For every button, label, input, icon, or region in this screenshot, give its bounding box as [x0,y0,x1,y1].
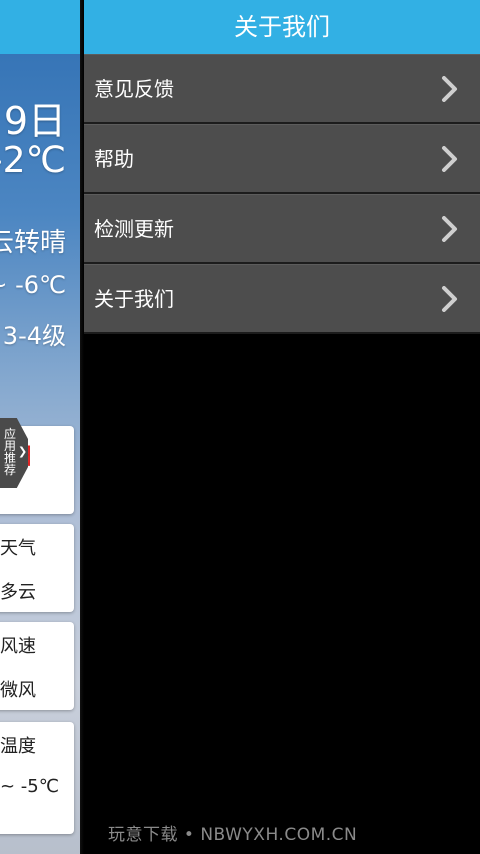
chevron-right-icon [442,76,457,102]
chevron-right-icon: ❯ [18,445,28,458]
weather-temperature: -2℃ [0,140,66,181]
menu-item-label: 关于我们 [94,287,174,311]
weather-topbar [0,0,82,54]
chevron-right-icon [442,216,457,242]
forecast-card-weather[interactable]: 天气 多云 [0,524,74,612]
recommend-tab-label: 应用推荐 [4,427,17,477]
weather-card-value: 多云 [0,582,36,603]
app-screen: 9日 -2℃ 云转晴 ~ -6℃ 3-4级 日 天气 多云 风速 微风 温度 ~… [0,0,480,854]
menu-item-check-update[interactable]: 检测更新 [84,194,480,264]
weather-condition: 云转晴 [0,228,66,258]
chevron-right-icon [442,286,457,312]
chevron-right-icon [442,146,457,172]
menu-item-about-us[interactable]: 关于我们 [84,264,480,334]
temp-card-value: ~ -5℃ [0,776,59,797]
menu-item-label: 检测更新 [94,217,174,241]
weather-wind-level: 3-4级 [2,322,66,350]
weather-date: 9日 [3,99,66,143]
weather-card-label: 天气 [0,538,36,559]
menu-item-label: 意见反馈 [94,77,174,101]
forecast-card-wind[interactable]: 风速 微风 [0,622,74,710]
menu-item-feedback[interactable]: 意见反馈 [84,54,480,124]
forecast-card-temperature[interactable]: 温度 ~ -5℃ [0,722,74,834]
temp-card-label: 温度 [0,736,36,757]
wind-card-label: 风速 [0,636,36,657]
menu-item-help[interactable]: 帮助 [84,124,480,194]
watermark-text: 玩意下载 • NBWYXH.COM.CN [108,825,358,845]
side-menu: 关于我们 意见反馈 帮助 检测更新 关于我们 [84,0,480,854]
menu-item-label: 帮助 [94,147,134,171]
weather-temp-range: ~ -6℃ [0,271,66,299]
weather-panel: 9日 -2℃ 云转晴 ~ -6℃ 3-4级 日 天气 多云 风速 微风 温度 ~… [0,0,82,854]
wind-card-value: 微风 [0,680,36,701]
menu-title: 关于我们 [84,0,480,54]
